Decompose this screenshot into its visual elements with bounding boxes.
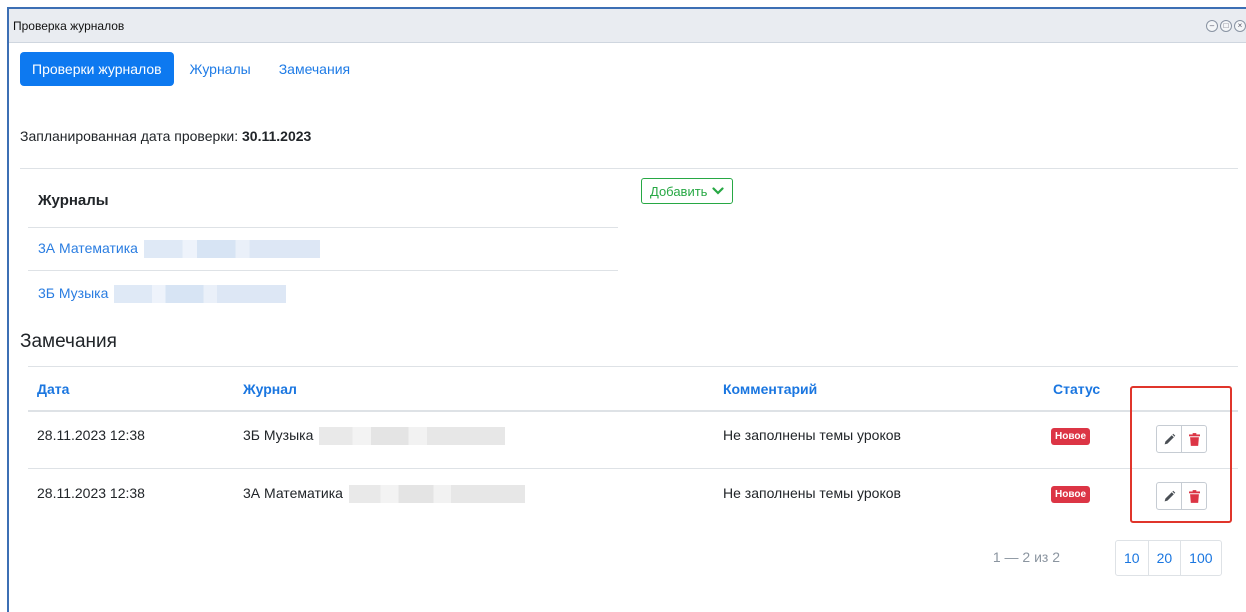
page-size-100[interactable]: 100 [1180, 541, 1220, 575]
minimize-icon[interactable]: – [1206, 20, 1218, 32]
row-2-journal: 3А Математика [243, 485, 525, 504]
page-size-20[interactable]: 20 [1147, 541, 1181, 575]
column-header-status[interactable]: Статус [1053, 381, 1100, 397]
close-icon[interactable]: × [1234, 20, 1246, 32]
divider [28, 270, 618, 271]
chevron-down-icon [712, 187, 725, 195]
planned-date-label: Запланированная дата проверки: [20, 128, 239, 144]
column-header-date[interactable]: Дата [37, 381, 69, 397]
row-2-comment: Не заполнены темы уроков [723, 485, 901, 501]
tab-remarks[interactable]: Замечания [267, 52, 362, 86]
divider [28, 468, 1238, 469]
divider [28, 366, 1238, 367]
page-size-10[interactable]: 10 [1116, 541, 1148, 575]
window-titlebar: Проверка журналов – □ × [9, 9, 1246, 43]
table-header-divider [28, 410, 1238, 412]
tab-bar: Проверки журналов Журналы Замечания [20, 52, 366, 86]
tab-journals[interactable]: Журналы [178, 52, 263, 86]
row-1-journal: 3Б Музыка [243, 427, 506, 446]
tab-journal-checks[interactable]: Проверки журналов [20, 52, 174, 86]
row-1-comment: Не заполнены темы уроков [723, 427, 901, 443]
column-header-journal[interactable]: Журнал [243, 381, 297, 397]
status-badge: Новое [1051, 428, 1091, 445]
redacted-name [348, 485, 525, 504]
planned-date-value: 30.11.2023 [242, 128, 312, 144]
column-header-comment[interactable]: Комментарий [723, 381, 817, 397]
redacted-name [114, 285, 287, 304]
journal-link-3b-music[interactable]: 3Б Музыка [38, 285, 287, 304]
remarks-section-title: Замечания [20, 331, 117, 352]
journals-header: Журналы [38, 192, 109, 209]
row-1-date: 28.11.2023 12:38 [37, 427, 145, 443]
divider [28, 227, 618, 228]
pagination-info: 1 — 2 из 2 [992, 549, 1060, 565]
window-title: Проверка журналов [13, 19, 125, 33]
row-2-date: 28.11.2023 12:38 [37, 485, 145, 501]
journal-check-window: Проверка журналов – □ × [7, 7, 1246, 612]
status-badge: Новое [1051, 486, 1091, 503]
maximize-icon[interactable]: □ [1220, 20, 1232, 32]
page-size-selector: 10 20 100 [1115, 540, 1222, 576]
redacted-name [143, 240, 320, 259]
add-dropdown-button[interactable]: Добавить [641, 178, 734, 204]
journal-link-label[interactable]: 3А Математика [38, 240, 138, 256]
row-2-journal-label: 3А Математика [243, 485, 343, 501]
add-button-label: Добавить [650, 183, 708, 199]
journal-link-3a-math[interactable]: 3А Математика [38, 240, 320, 259]
redacted-name [319, 427, 506, 446]
divider [20, 168, 1238, 169]
planned-date-line: Запланированная дата проверки: 30.11.202… [20, 128, 311, 144]
journal-link-label[interactable]: 3Б Музыка [38, 285, 108, 301]
row-1-journal-label: 3Б Музыка [243, 427, 314, 443]
actions-highlight-box [1130, 386, 1232, 523]
